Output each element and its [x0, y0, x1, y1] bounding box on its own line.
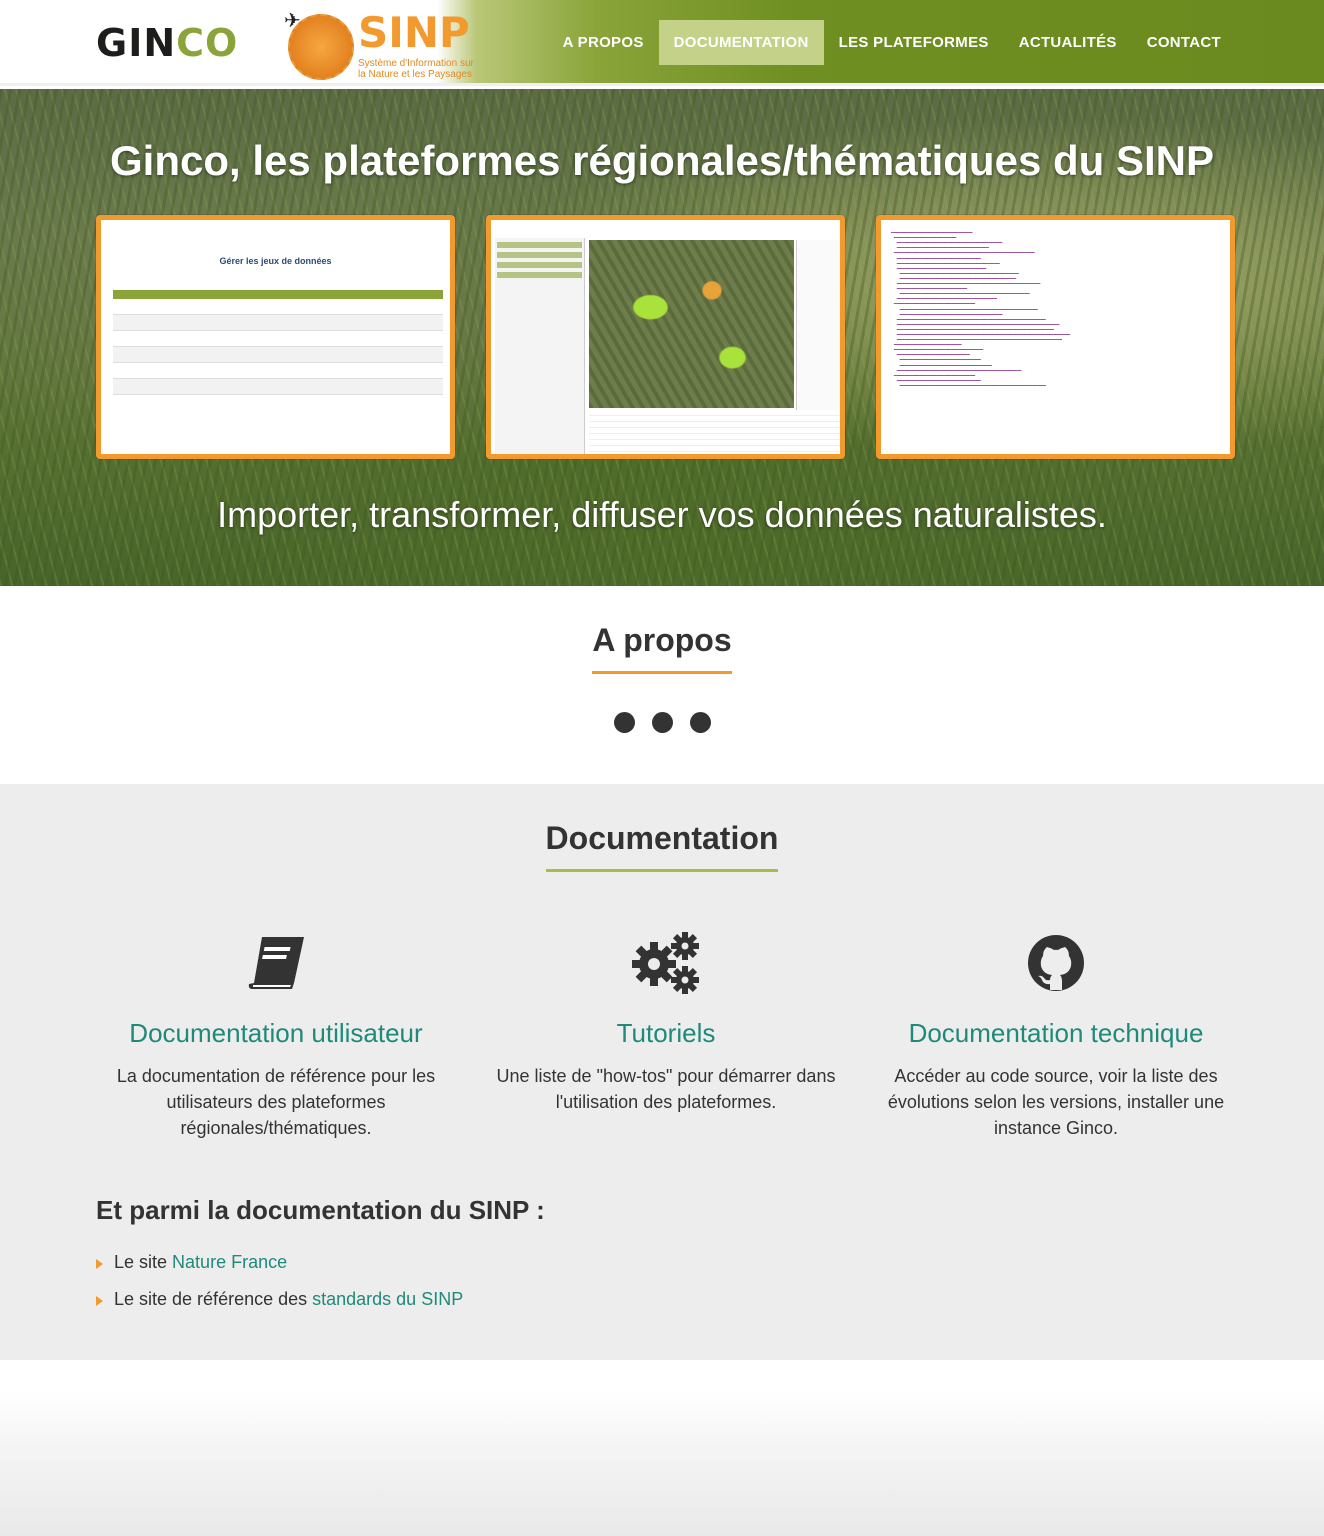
- list-item: Le site de référence des standards du SI…: [96, 1289, 463, 1326]
- next-section-background: [0, 1360, 1324, 1536]
- standards-sinp-link[interactable]: standards du SINP: [312, 1289, 463, 1310]
- screenshot-map-legend: [796, 240, 840, 410]
- nav-plateformes[interactable]: LES PLATEFORMES: [824, 20, 1004, 65]
- doc-col-tutorials-text: Une liste de "how-tos" pour démarrer dan…: [496, 1066, 836, 1112]
- gears-icon: [481, 918, 851, 1008]
- sinp-title: SINP: [358, 8, 470, 57]
- loading-dot: [613, 712, 635, 733]
- loading-dot: [689, 712, 711, 733]
- screenshot-datasets-table: [113, 290, 443, 395]
- link-prefix: Le site de référence des: [114, 1289, 308, 1309]
- ginco-logo-co: CO: [176, 21, 239, 65]
- screenshot-datasets[interactable]: Gérer les jeux de données: [96, 215, 455, 459]
- doc-col-technical[interactable]: Documentation technique Accéder au code …: [871, 918, 1241, 1141]
- documentation-heading-text: Documentation: [545, 820, 779, 872]
- apropos-heading-text: A propos: [592, 622, 732, 674]
- screenshot-map-view: [589, 240, 794, 408]
- main-nav: A PROPOS DOCUMENTATION LES PLATEFORMES A…: [548, 20, 1236, 65]
- nav-documentation[interactable]: DOCUMENTATION: [658, 20, 824, 65]
- navbar: GIN CO ✈ SINP Système d'Information sur l…: [0, 0, 1324, 86]
- sinp-doc-links: Le site Nature France Le site de référen…: [96, 1252, 463, 1326]
- nature-france-link[interactable]: Nature France: [172, 1252, 287, 1273]
- screenshot-map[interactable]: [486, 215, 845, 459]
- triangle-bullet-icon: [96, 1259, 103, 1269]
- nav-apropos[interactable]: A PROPOS: [548, 20, 659, 65]
- documentation-heading: Documentation: [0, 820, 1324, 872]
- book-icon: [91, 918, 461, 1008]
- sinp-subtitle: Système d'Information sur la Nature et l…: [358, 58, 474, 80]
- screenshot-map-sidebar: [495, 238, 585, 454]
- github-icon: [871, 918, 1241, 1008]
- doc-col-technical-title[interactable]: Documentation technique: [871, 1018, 1241, 1049]
- bird-icon: ✈: [284, 10, 301, 32]
- loading-dots: [0, 712, 1324, 733]
- list-item: Le site Nature France: [96, 1252, 463, 1289]
- doc-col-tutorials-title[interactable]: Tutoriels: [481, 1018, 851, 1049]
- screenshot-map-table: [589, 410, 840, 454]
- screenshot-datasets-title: Gérer les jeux de données: [219, 256, 332, 266]
- doc-col-user-title[interactable]: Documentation utilisateur: [91, 1018, 461, 1049]
- doc-col-user-text: La documentation de référence pour les u…: [116, 1066, 436, 1138]
- ginco-logo-text: GIN: [96, 21, 177, 65]
- doc-col-user[interactable]: Documentation utilisateur La documentati…: [91, 918, 461, 1141]
- doc-col-technical-text: Accéder au code source, voir la liste de…: [887, 1066, 1225, 1138]
- loading-dot: [651, 712, 673, 733]
- hero-title: Ginco, les plateformes régionales/thémat…: [110, 137, 1214, 184]
- apropos-heading: A propos: [0, 622, 1324, 674]
- nav-actualites[interactable]: ACTUALITÉS: [1004, 20, 1132, 65]
- screenshot-xml-content: ━━━━━━━━━━━━━━━━━━━━━━━━━━━━━━ ━━━━━━━━━…: [891, 231, 1071, 389]
- sinp-badge-icon: ✈: [284, 10, 354, 80]
- hero-banner: Ginco, les plateformes régionales/thémat…: [0, 89, 1324, 586]
- screenshot-xml[interactable]: ━━━━━━━━━━━━━━━━━━━━━━━━━━━━━━ ━━━━━━━━━…: [876, 215, 1235, 459]
- doc-col-tutorials[interactable]: Tutoriels Une liste de "how-tos" pour dé…: [481, 918, 851, 1115]
- sinp-logo[interactable]: ✈ SINP Système d'Information sur la Natu…: [276, 4, 476, 82]
- ginco-logo[interactable]: GIN CO: [96, 21, 239, 65]
- nav-contact[interactable]: CONTACT: [1132, 20, 1236, 65]
- link-prefix: Le site: [114, 1252, 168, 1272]
- hero-tagline: Importer, transformer, diffuser vos donn…: [217, 494, 1107, 535]
- sinp-doc-heading: Et parmi la documentation du SINP :: [96, 1195, 545, 1225]
- triangle-bullet-icon: [96, 1296, 103, 1306]
